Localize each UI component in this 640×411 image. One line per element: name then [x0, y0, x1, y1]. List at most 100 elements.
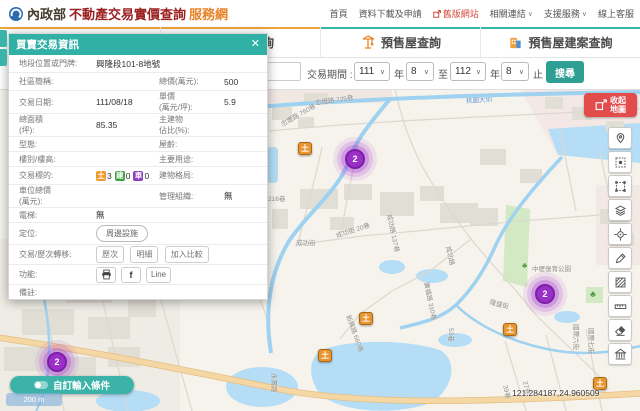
tool-box-select-button[interactable]	[608, 175, 632, 197]
printer-icon	[101, 269, 112, 280]
poi-pin-icon	[614, 132, 627, 145]
year-unit-label2: 年	[490, 66, 500, 81]
collapse-map-button[interactable]: 收起地圖	[584, 93, 637, 117]
month-to-select[interactable]: 8∨	[501, 62, 529, 81]
building-count: 0	[126, 171, 131, 181]
tab-presale-search[interactable]: 預售屋查詢	[320, 27, 480, 57]
tool-eraser-button[interactable]	[608, 319, 632, 341]
field-label: 車位總價 (萬元):	[9, 185, 96, 207]
map-label: 成功街	[296, 237, 316, 247]
custom-condition-button[interactable]: 自訂輸入條件	[10, 376, 134, 394]
site-header: 內政部不動產交易實價查詢服務網 首頁 資料下載及申請 舊版網站 相關連結∨ 支援…	[0, 0, 640, 27]
month-from-select[interactable]: 8∨	[406, 62, 434, 81]
field-label: 主建物 佔比(%):	[159, 114, 224, 136]
field-label: 電梯:	[9, 210, 96, 221]
map-scale: 200 m	[6, 393, 62, 406]
cluster-marker[interactable]: 2	[47, 352, 67, 372]
popup-title: 買賣交易資訊	[16, 37, 79, 52]
map-label: 216巷	[268, 193, 285, 203]
nav-service[interactable]: 線上客服	[598, 7, 634, 20]
tool-locate-button[interactable]	[608, 223, 632, 245]
land-marker[interactable]: 土	[503, 323, 517, 336]
area-select-icon	[614, 156, 627, 169]
cluster-marker[interactable]: 2	[535, 284, 555, 304]
line-share-button[interactable]: Line	[146, 267, 171, 283]
measure-ruler-icon	[614, 300, 627, 313]
field-label: 備註:	[9, 287, 96, 298]
map-label: 中壢復育公園	[532, 263, 571, 273]
field-label: 地段位置或門牌:	[9, 58, 96, 69]
popup-header: 買賣交易資訊 ✕	[9, 34, 267, 55]
map-label: 國際七街	[587, 328, 597, 354]
tool-area-select-button[interactable]	[608, 151, 632, 173]
map-label: 國際六街	[572, 324, 582, 350]
tool-hatch-polygon-button[interactable]	[608, 271, 632, 293]
add-compare-button[interactable]: 加入比較	[165, 246, 209, 263]
to-label: 至	[438, 66, 448, 81]
tool-measure-button[interactable]	[608, 295, 632, 317]
field-label: 定位:	[9, 228, 96, 239]
collapse-map-icon	[595, 99, 607, 111]
app-root: 忠壢路 725巷桃園大圳忠壢路 760巷216巷成功街成功街 20巷成功路 13…	[0, 0, 640, 411]
parking-badge: 車	[133, 171, 143, 181]
field-label: 樓別/樓高:	[9, 154, 96, 165]
panel-handle[interactable]	[0, 49, 7, 66]
field-label: 交易/歷次轉移:	[9, 249, 96, 260]
period-label: 交易期間 :	[307, 66, 353, 81]
field-label: 單價 (萬元/坪):	[159, 91, 224, 113]
tree-icon: ♣	[522, 261, 527, 270]
building-icon	[508, 35, 523, 50]
layers-icon	[614, 204, 627, 217]
map-coordinates: 121.284187,24.960509	[512, 388, 599, 398]
map-label: 桃園大圳	[466, 94, 492, 105]
year-from-select[interactable]: 111∨	[354, 62, 390, 81]
field-label: 型態:	[9, 139, 96, 150]
tree-icon: ♣	[590, 289, 596, 299]
history-button[interactable]: 歷次	[96, 246, 124, 263]
box-select-icon	[614, 180, 627, 193]
draw-pencil-icon	[614, 252, 627, 265]
field-value: 無	[96, 209, 267, 221]
tab-presale-project-search[interactable]: 預售屋建案查詢	[480, 27, 640, 57]
field-value: 111/08/18	[96, 97, 159, 107]
nearby-facilities-button[interactable]: 周邊設施	[96, 225, 148, 242]
header-nav: 首頁 資料下載及申請 舊版網站 相關連結∨ 支援服務∨ 線上客服	[330, 7, 634, 20]
nav-home[interactable]: 首頁	[330, 7, 348, 20]
map-label: 53巷	[447, 328, 457, 342]
field-value: 無	[224, 190, 267, 202]
field-label: 交易日期:	[9, 97, 96, 108]
land-marker[interactable]: 土	[318, 349, 332, 362]
transaction-popup: 買賣交易資訊 ✕ 地段位置或門牌:興隆段101-8地號 社區簡稱:總價(萬元):…	[8, 33, 268, 300]
search-button[interactable]: 搜尋	[546, 61, 584, 83]
field-label: 總價(萬元):	[159, 76, 224, 87]
panel-handle[interactable]	[0, 30, 7, 47]
external-link-icon	[433, 10, 441, 18]
tool-draw-button[interactable]	[608, 247, 632, 269]
cluster-marker[interactable]: 2	[345, 149, 365, 169]
field-value: 5.9	[224, 97, 267, 107]
tool-poi-pin-button[interactable]	[608, 127, 632, 149]
site-title: 內政部不動產交易實價查詢服務網	[8, 4, 228, 23]
field-value: 興隆段101-8地號	[96, 58, 267, 70]
nav-support[interactable]: 支援服務∨	[544, 7, 587, 20]
eraser-icon	[614, 324, 627, 337]
moi-logo	[8, 6, 24, 22]
facebook-share-button[interactable]: f	[121, 267, 141, 283]
tool-layers-button[interactable]	[608, 199, 632, 221]
building-badge: 建	[115, 171, 125, 181]
transaction-target-badges: 土3 建0 車0	[96, 171, 159, 181]
print-button[interactable]	[96, 267, 116, 283]
end-label: 止	[533, 66, 543, 81]
field-label: 總面積 (坪):	[9, 114, 96, 136]
field-label: 管理組織:	[159, 191, 224, 202]
land-marker[interactable]: 土	[298, 142, 312, 155]
nav-download[interactable]: 資料下載及申請	[359, 7, 422, 20]
tool-landmark-button[interactable]	[608, 343, 632, 365]
field-label: 主要用途:	[159, 154, 224, 165]
nav-links[interactable]: 相關連結∨	[490, 7, 533, 20]
detail-button[interactable]: 明細	[130, 246, 158, 263]
nav-old-site[interactable]: 舊版網站	[433, 7, 479, 20]
close-icon[interactable]: ✕	[251, 39, 260, 50]
year-to-select[interactable]: 112∨	[450, 62, 486, 81]
land-marker[interactable]: 土	[359, 312, 373, 325]
